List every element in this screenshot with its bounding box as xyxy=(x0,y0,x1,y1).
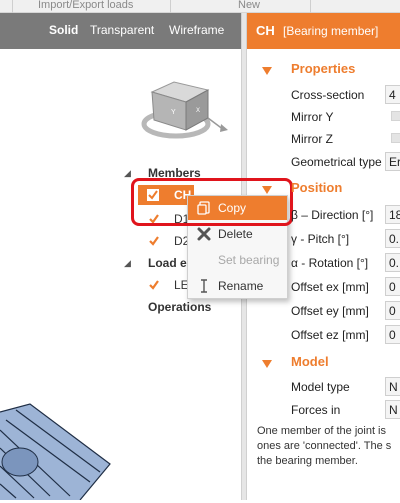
direction-input[interactable]: 18 xyxy=(385,205,400,224)
offset-ex-label: Offset ex [mm] xyxy=(291,280,369,294)
mirror-y-label: Mirror Y xyxy=(291,110,334,124)
rotation-input[interactable]: 0. xyxy=(385,253,400,272)
svg-text:X: X xyxy=(196,108,200,114)
forces-in-dropdown[interactable]: N xyxy=(385,400,400,419)
offset-ey-input[interactable]: 0 xyxy=(385,301,400,320)
member-type-title: [Bearing member] xyxy=(283,24,379,38)
model-type-dropdown[interactable]: N xyxy=(385,377,400,396)
geometrical-type-label: Geometrical type xyxy=(291,155,382,169)
context-menu-rename[interactable]: Rename xyxy=(188,274,287,298)
svg-text:Y: Y xyxy=(171,109,176,116)
le-visibility-checkbox[interactable] xyxy=(148,279,160,291)
context-menu-label: Rename xyxy=(218,279,264,293)
mirror-y-checkbox[interactable] xyxy=(391,111,400,121)
direction-label: β – Direction [°] xyxy=(291,208,374,222)
mirror-z-checkbox[interactable] xyxy=(391,133,400,143)
model-type-label: Model type xyxy=(291,380,350,394)
load-effects-group-label: Load e xyxy=(148,256,187,270)
member-3d-model[interactable] xyxy=(0,400,120,501)
context-menu-label: Set bearing xyxy=(218,253,280,267)
view-mode-toolbar: Solid Transparent Wireframe xyxy=(0,13,241,49)
offset-ex-input[interactable]: 0 xyxy=(385,277,400,296)
properties-section-caret[interactable] xyxy=(262,64,272,75)
pitch-label: γ - Pitch [°] xyxy=(291,232,350,246)
ribbon-strip: Import/Export loads New xyxy=(0,0,400,13)
description-line: ones are 'connected'. The s xyxy=(257,440,392,452)
members-collapse-caret[interactable]: ◢ xyxy=(124,168,131,179)
offset-ez-label: Offset ez [mm] xyxy=(291,328,369,342)
pitch-input[interactable]: 0. xyxy=(385,229,400,248)
import-export-loads-button[interactable]: Import/Export loads xyxy=(38,0,133,11)
context-menu-label: Delete xyxy=(218,227,253,241)
cross-section-label: Cross-section xyxy=(291,88,365,102)
member-code: CH xyxy=(256,23,275,38)
properties-header: CH [Bearing member] xyxy=(247,13,400,49)
rename-cursor-icon xyxy=(196,278,212,294)
offset-ey-label: Offset ey [mm] xyxy=(291,304,369,318)
model-section-caret[interactable] xyxy=(262,357,272,368)
model-section-title: Model xyxy=(291,354,329,369)
ribbon-separator xyxy=(170,0,171,13)
delete-x-icon xyxy=(196,226,212,242)
context-menu-set-bearing[interactable]: Set bearing xyxy=(188,248,287,272)
transparent-view-button[interactable]: Transparent xyxy=(90,23,154,37)
forces-in-label: Forces in xyxy=(291,403,341,417)
rotation-label: α - Rotation [°] xyxy=(291,256,369,270)
description-text: One member of the joint is ones are 'con… xyxy=(257,424,400,469)
position-section-caret[interactable] xyxy=(262,183,272,194)
load-effects-collapse-caret[interactable]: ◢ xyxy=(124,258,131,269)
cross-section-dropdown[interactable]: 4 xyxy=(385,85,400,104)
ribbon-separator xyxy=(12,0,13,13)
navigation-cube[interactable]: Y X xyxy=(138,72,238,144)
wireframe-view-button[interactable]: Wireframe xyxy=(169,23,224,37)
new-button[interactable]: New xyxy=(238,0,260,11)
d2-visibility-checkbox[interactable] xyxy=(148,235,160,247)
solid-view-button[interactable]: Solid xyxy=(49,23,78,37)
operations-group-label[interactable]: Operations xyxy=(148,300,211,314)
properties-section-title: Properties xyxy=(291,61,356,76)
ribbon-separator xyxy=(310,0,311,13)
description-line: the bearing member. xyxy=(257,455,358,467)
position-section-title: Position xyxy=(291,180,343,195)
description-line: One member of the joint is xyxy=(257,425,387,437)
offset-ez-input[interactable]: 0 xyxy=(385,325,400,344)
mirror-z-label: Mirror Z xyxy=(291,132,333,146)
geometrical-type-dropdown[interactable]: Er xyxy=(385,152,400,171)
